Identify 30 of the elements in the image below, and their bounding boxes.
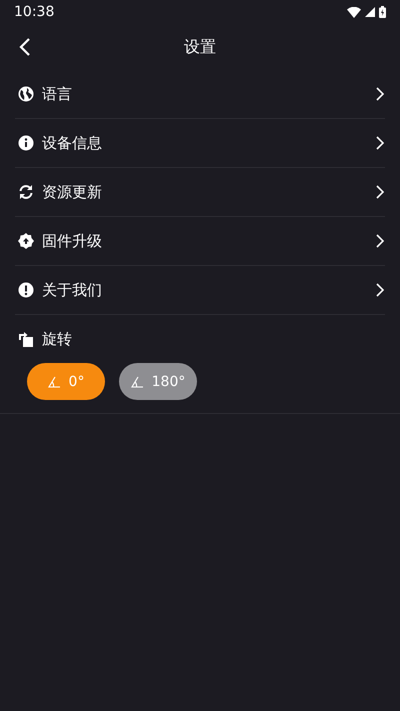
page-title: 设置: [184, 36, 216, 58]
settings-label: 固件升级: [42, 232, 102, 250]
settings-label: 语言: [42, 84, 72, 104]
upload-badge-icon: [18, 233, 34, 249]
signal-icon: [365, 7, 375, 17]
chevron-right-icon: [376, 87, 384, 101]
rotation-label: 旋转: [42, 330, 72, 348]
status-time: 10:38: [14, 4, 54, 20]
refresh-icon: [18, 184, 34, 200]
globe-icon: [18, 86, 34, 102]
rotate-icon: [18, 331, 34, 347]
settings-item[interactable]: 固件升级: [15, 217, 385, 266]
chevron-right-icon: [376, 283, 384, 297]
settings-label: 关于我们: [42, 280, 102, 300]
angle-icon: [130, 376, 143, 388]
alert-icon: [18, 282, 34, 298]
settings-label: 设备信息: [42, 134, 102, 152]
settings-item[interactable]: 资源更新: [15, 168, 385, 217]
angle-icon: [48, 376, 60, 388]
settings-label: 资源更新: [42, 182, 102, 202]
settings-item[interactable]: 语言: [15, 70, 385, 119]
chevron-right-icon: [376, 234, 384, 248]
settings-item[interactable]: 设备信息: [15, 119, 385, 168]
chevron-right-icon: [376, 185, 384, 199]
back-icon[interactable]: [19, 37, 31, 57]
info-icon: [18, 135, 34, 151]
battery-icon: [379, 6, 386, 18]
chevron-right-icon: [376, 136, 384, 150]
settings-item[interactable]: 关于我们: [15, 266, 385, 315]
wifi-icon: [347, 6, 361, 18]
